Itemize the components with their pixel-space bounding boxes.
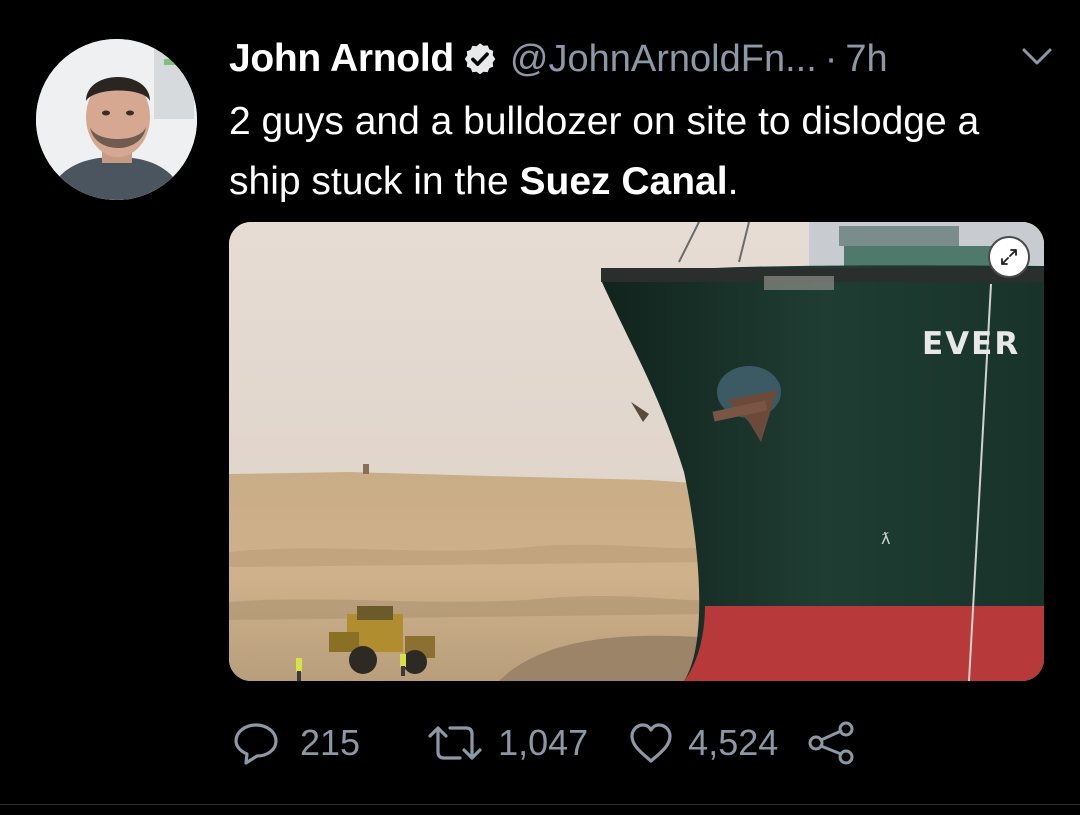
tweet-text-bold[interactable]: Suez Canal [519,160,727,203]
retweet-count: 1,047 [498,722,589,763]
like-button[interactable]: 4,524 [628,721,778,765]
tweet-text: 2 guys and a bulldozer on site to dislod… [229,92,1049,212]
author-handle[interactable]: @JohnArnoldFn... [510,38,817,81]
retweet-button[interactable]: 1,047 [426,720,588,766]
expand-icon[interactable] [988,236,1030,278]
tweet-header: John Arnold @JohnArnoldFn... · 7h [229,34,1056,84]
chevron-down-icon[interactable] [1020,44,1054,70]
verified-badge-icon [464,43,496,75]
svg-text:ƛ: ƛ [881,529,890,548]
tweet-media-image[interactable]: ƛ EVER [229,222,1044,681]
share-icon [808,721,854,765]
reply-button[interactable]: 215 [232,720,360,766]
retweet-icon [428,726,482,760]
timestamp[interactable]: 7h [845,38,887,81]
avatar[interactable] [36,39,197,200]
avatar-image [36,39,197,200]
tweet-text-end: . [727,160,739,203]
author-name[interactable]: John Arnold [229,37,454,81]
separator-dot: · [824,37,838,80]
share-button[interactable] [806,720,856,766]
bottom-divider [0,804,1080,805]
ship-photo: ƛ [229,222,1044,681]
heart-icon [630,723,672,763]
ship-hull-text: EVER [922,326,1021,362]
reply-count: 215 [300,722,361,763]
like-count: 4,524 [688,722,779,763]
tweet-actions: 215 1,047 4,524 [232,714,856,772]
reply-icon [234,723,278,765]
